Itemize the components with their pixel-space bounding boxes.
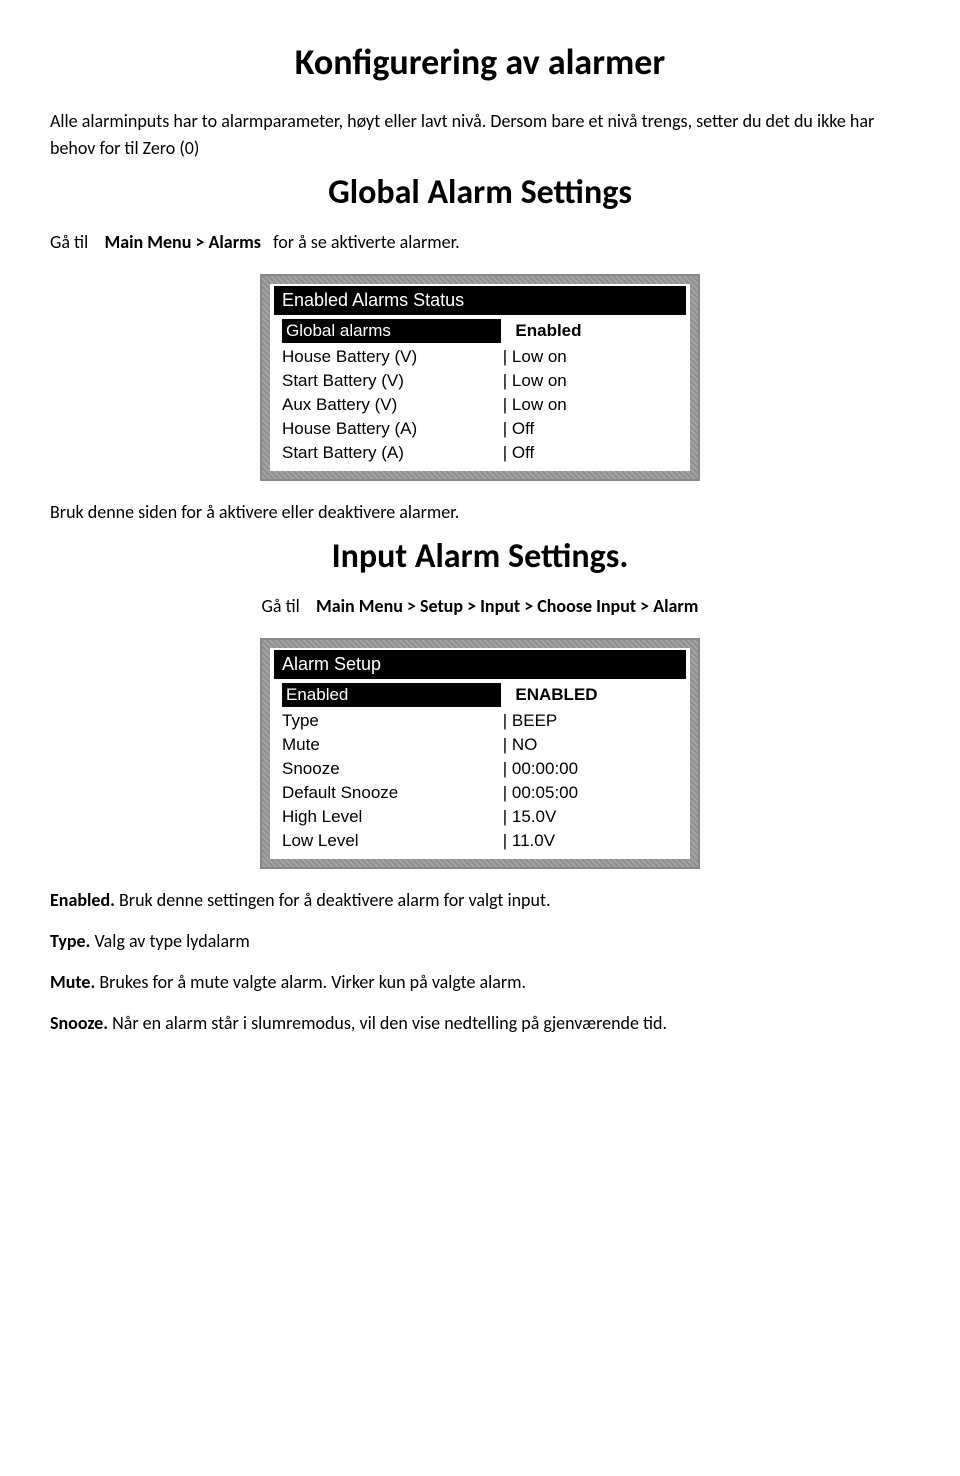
divider-icon: | bbox=[498, 807, 512, 827]
nav-path: Main Menu > Alarms bbox=[105, 231, 261, 253]
lcd-row-label: Start Battery (V) bbox=[282, 371, 498, 391]
nav-prefix-2: Gå til bbox=[262, 595, 300, 617]
lcd-row-value: Off bbox=[512, 419, 678, 439]
divider-icon: | bbox=[498, 395, 512, 415]
lcd-row-label: Aux Battery (V) bbox=[282, 395, 498, 415]
lcd-row: High Level|15.0V bbox=[274, 805, 686, 829]
lcd-row-label: House Battery (V) bbox=[282, 347, 498, 367]
section-title-global: Global Alarm Settings bbox=[50, 172, 910, 213]
lcd-row-label: Snooze bbox=[282, 759, 498, 779]
definition-text: Brukes for å mute valgte alarm. Virker k… bbox=[95, 971, 526, 993]
lcd-row: House Battery (V)|Low on bbox=[274, 345, 686, 369]
lcd-row-label: Mute bbox=[282, 735, 498, 755]
divider-icon: | bbox=[498, 759, 512, 779]
definition-term: Enabled. bbox=[50, 889, 115, 911]
lcd-row-label: High Level bbox=[282, 807, 498, 827]
definition-term: Snooze. bbox=[50, 1012, 108, 1034]
divider-icon: | bbox=[498, 711, 512, 731]
lcd-row: Start Battery (V)|Low on bbox=[274, 369, 686, 393]
lcd-row: Global alarms|Enabled bbox=[274, 317, 686, 345]
definition-text: Valg av type lydalarm bbox=[90, 930, 249, 952]
divider-icon: | bbox=[498, 831, 512, 851]
divider-icon: | bbox=[498, 347, 512, 367]
lcd-row: Snooze|00:00:00 bbox=[274, 757, 686, 781]
lcd-screenshot-1: Enabled Alarms Status Global alarms|Enab… bbox=[262, 276, 698, 479]
divider-icon: | bbox=[498, 735, 512, 755]
lcd-row: Mute|NO bbox=[274, 733, 686, 757]
nav-instruction-2: Gå til Main Menu > Setup > Input > Choos… bbox=[50, 593, 910, 620]
definition-line: Mute. Brukes for å mute valgte alarm. Vi… bbox=[50, 969, 910, 996]
lcd-row-value: NO bbox=[512, 735, 678, 755]
lcd-row: Enabled|ENABLED bbox=[274, 681, 686, 709]
definition-term: Mute. bbox=[50, 971, 95, 993]
lcd-row: Type|BEEP bbox=[274, 709, 686, 733]
lcd-row-label: Default Snooze bbox=[282, 783, 498, 803]
nav-suffix: for å se aktiverte alarmer. bbox=[273, 231, 460, 253]
lcd-row: Start Battery (A)|Off bbox=[274, 441, 686, 465]
divider-icon: | bbox=[498, 419, 512, 439]
divider-icon: | bbox=[498, 443, 512, 463]
lcd-title-bar-2: Alarm Setup bbox=[274, 650, 686, 679]
divider-icon: | bbox=[498, 783, 512, 803]
lcd-screenshot-2: Alarm Setup Enabled|ENABLEDType|BEEPMute… bbox=[262, 640, 698, 867]
nav-prefix: Gå til bbox=[50, 231, 88, 253]
lcd-row: House Battery (A)|Off bbox=[274, 417, 686, 441]
definition-term: Type. bbox=[50, 930, 90, 952]
lcd-row-value: ENABLED bbox=[515, 685, 678, 705]
lcd-row-value: Low on bbox=[512, 395, 678, 415]
lcd-row-label: Enabled bbox=[282, 683, 501, 707]
definition-text: Når en alarm står i slumremodus, vil den… bbox=[108, 1012, 667, 1034]
definition-line: Enabled. Bruk denne settingen for å deak… bbox=[50, 887, 910, 914]
lcd-row-value: 11.0V bbox=[512, 831, 678, 851]
divider-icon: | bbox=[498, 371, 512, 391]
lcd-row-label: Global alarms bbox=[282, 319, 501, 343]
lcd-row: Aux Battery (V)|Low on bbox=[274, 393, 686, 417]
section1-after: Bruk denne siden for å aktivere eller de… bbox=[50, 499, 910, 526]
intro-paragraph: Alle alarminputs har to alarmparameter, … bbox=[50, 108, 910, 162]
nav-instruction-1: Gå til Main Menu > Alarms for å se aktiv… bbox=[50, 229, 910, 256]
lcd-row-value: Enabled bbox=[515, 321, 678, 341]
lcd-row-label: House Battery (A) bbox=[282, 419, 498, 439]
lcd-row-value: 00:05:00 bbox=[512, 783, 678, 803]
definition-line: Snooze. Når en alarm står i slumremodus,… bbox=[50, 1010, 910, 1037]
lcd-row-label: Low Level bbox=[282, 831, 498, 851]
definition-line: Type. Valg av type lydalarm bbox=[50, 928, 910, 955]
lcd-row: Default Snooze|00:05:00 bbox=[274, 781, 686, 805]
page-title: Konfigurering av alarmer bbox=[50, 40, 910, 84]
lcd-row-value: BEEP bbox=[512, 711, 678, 731]
definition-text: Bruk denne settingen for å deaktivere al… bbox=[115, 889, 551, 911]
nav-path-2: Main Menu > Setup > Input > Choose Input… bbox=[316, 595, 698, 617]
lcd-row-label: Type bbox=[282, 711, 498, 731]
lcd-row-value: Low on bbox=[512, 371, 678, 391]
section-title-input: Input Alarm Settings. bbox=[50, 536, 910, 577]
lcd-row-value: Low on bbox=[512, 347, 678, 367]
lcd-row-value: 00:00:00 bbox=[512, 759, 678, 779]
lcd-row-value: Off bbox=[512, 443, 678, 463]
lcd-row: Low Level|11.0V bbox=[274, 829, 686, 853]
lcd-row-value: 15.0V bbox=[512, 807, 678, 827]
lcd-title-bar: Enabled Alarms Status bbox=[274, 286, 686, 315]
lcd-row-label: Start Battery (A) bbox=[282, 443, 498, 463]
